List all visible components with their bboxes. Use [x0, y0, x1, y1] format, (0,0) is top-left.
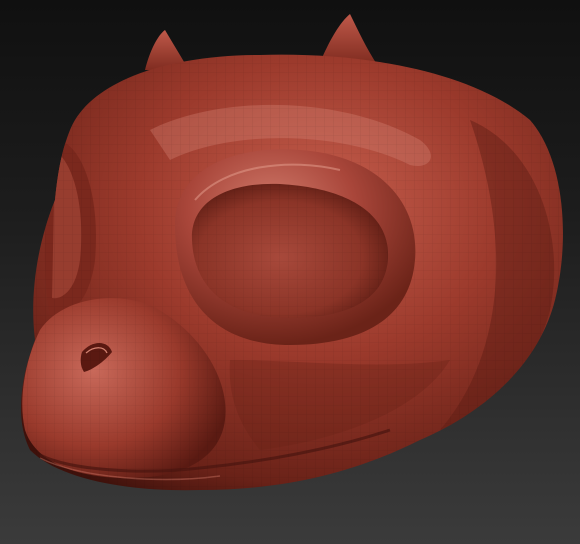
head-render [20, 14, 563, 491]
sculpt-viewport[interactable] [0, 0, 580, 544]
